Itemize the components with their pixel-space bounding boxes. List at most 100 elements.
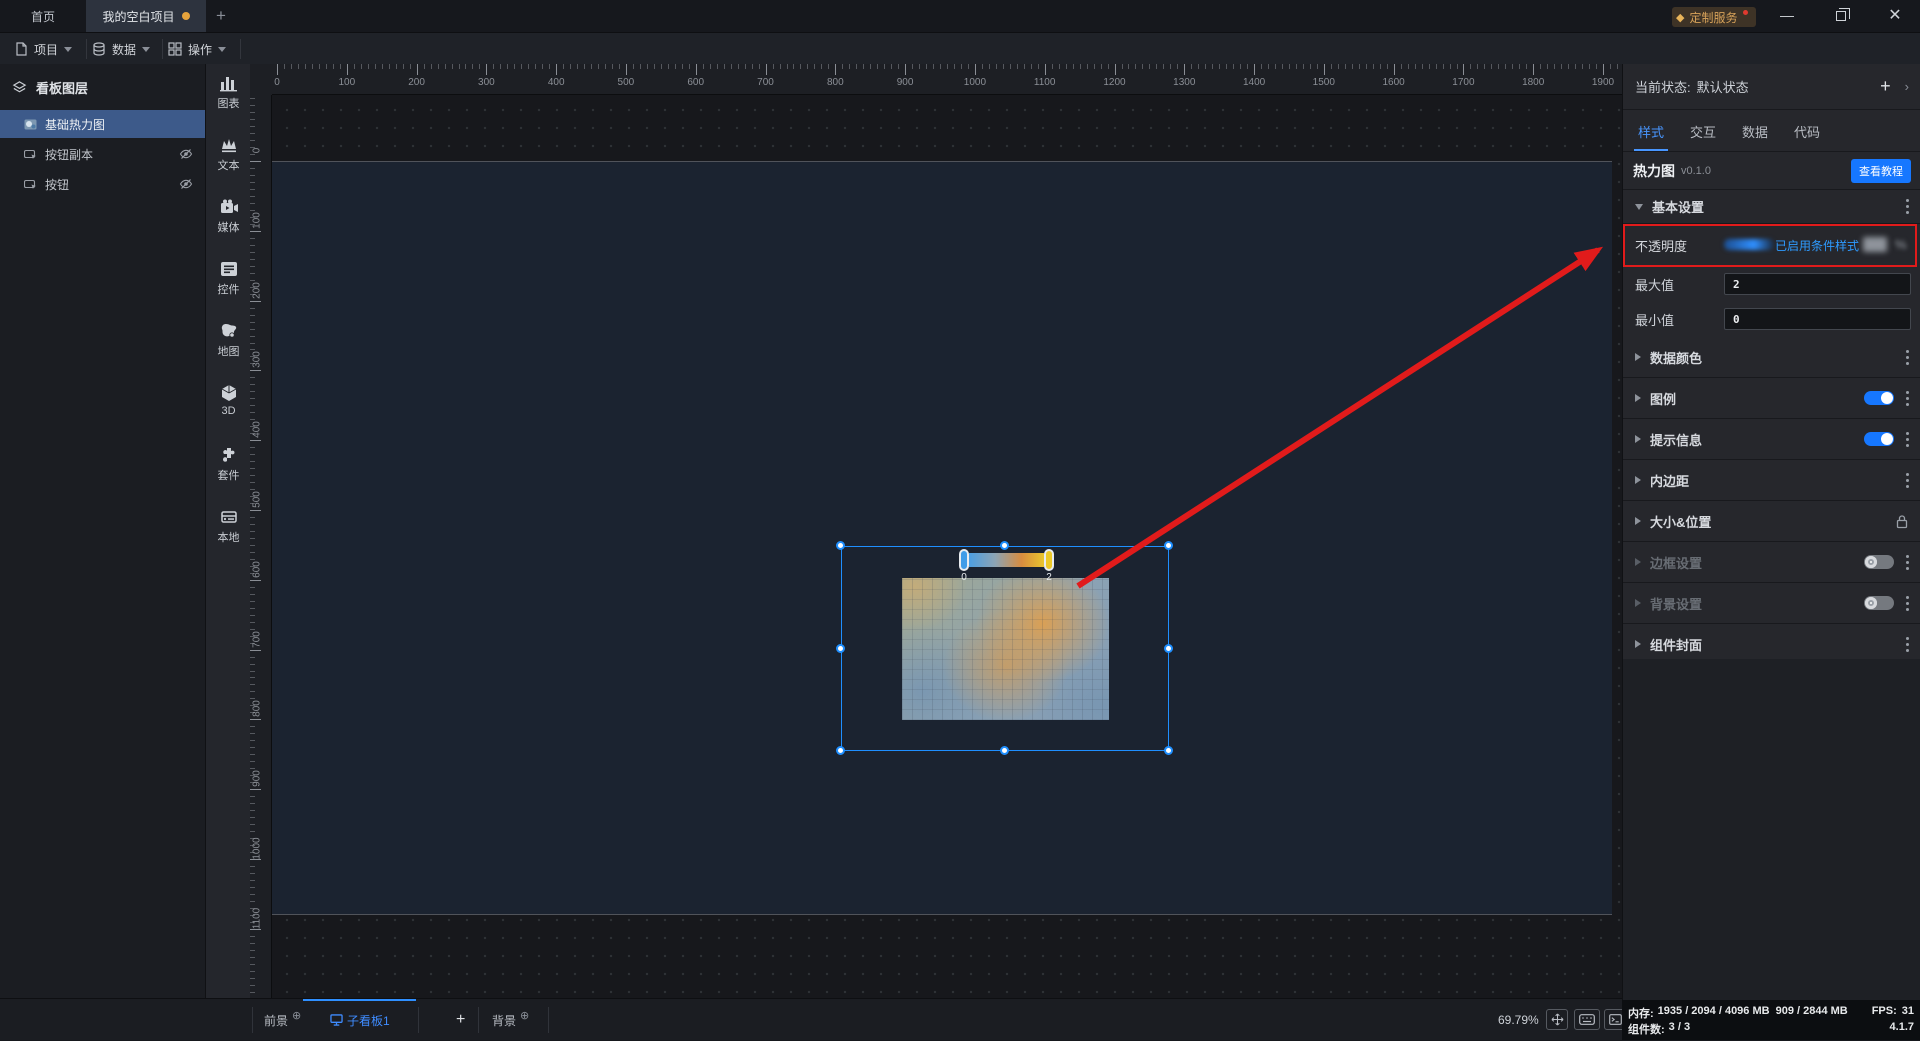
close-button[interactable]: ✕ [1872,0,1918,30]
add-foreground-icon[interactable]: ⊕ [292,1009,301,1022]
restore-button[interactable] [1818,0,1864,30]
menu-database[interactable]: 数据 [92,33,151,65]
layer-item[interactable]: 按钮 [0,170,205,198]
ruler-tick [1086,64,1088,69]
canvas-area: 0 100 200 300 400 500 600 700 800 900 1000 1100 1200… [250,64,1622,998]
section-数据颜色[interactable]: 数据颜色 [1623,337,1920,378]
project-tab[interactable]: 我的空白项目 [86,0,206,32]
toggle-off[interactable] [1864,596,1894,610]
ruler-tick [250,670,255,672]
component-tab-widget[interactable]: 控件 [206,260,251,306]
toggle-off[interactable] [1864,555,1894,569]
zoom-level[interactable]: 69.79% [1498,999,1539,1041]
section-menu-icon[interactable] [1906,390,1909,406]
ruler-tick [584,64,586,69]
selection-handle[interactable] [836,746,845,755]
section-menu-icon[interactable] [1906,199,1909,214]
status-block: 内存: 1935 / 2094 / 4096 MB 909 / 2844 MB … [1622,1000,1920,1040]
component-tab-kit[interactable]: 套件 [206,446,251,492]
fit-to-screen-button[interactable] [1546,1009,1568,1030]
chart-icon [219,74,239,92]
ruler-tick [716,64,718,69]
section-边框设置[interactable]: 边框设置 [1623,542,1920,583]
selection-box[interactable] [836,541,1173,755]
add-state-button[interactable]: + [1880,76,1891,97]
section-背景设置[interactable]: 背景设置 [1623,583,1920,624]
minimize-button[interactable]: — [1764,0,1810,30]
layer-item[interactable]: 按钮副本 [0,140,205,168]
inspector-tab-数据[interactable]: 数据 [1742,122,1768,151]
field-input[interactable]: 0 [1724,308,1911,330]
ruler-tick [250,244,255,246]
menu-project-file[interactable]: 项目 [14,33,73,65]
ruler-tick [250,384,255,386]
component-tab-cube-3d[interactable]: 3D [206,384,251,430]
selection-handle[interactable] [836,644,845,653]
section-内边距[interactable]: 内边距 [1623,460,1920,501]
eye-off-icon[interactable] [179,177,193,191]
foreground-tab[interactable]: 前景 ⊕ [264,999,301,1041]
selection-handle[interactable] [1000,746,1009,755]
layer-item[interactable]: 基础热力图 [0,110,205,138]
ruler-tick [1030,64,1032,69]
ruler-tick [674,64,676,69]
add-board-button[interactable]: + [456,999,465,1041]
ruler-tick [250,335,255,337]
component-tab-text[interactable]: 文本 [206,136,251,182]
chevron-down-icon [142,46,151,52]
inspector-tab-交互[interactable]: 交互 [1690,122,1716,151]
lock-icon[interactable] [1895,514,1909,529]
ruler-tick [250,523,255,525]
section-大小&位置[interactable]: 大小&位置 [1623,501,1920,542]
toggle-on[interactable] [1864,432,1894,446]
selection-handle[interactable] [1000,541,1009,550]
ruler-tick [250,614,255,616]
ruler-tick [395,64,397,69]
component-tab-media[interactable]: 媒体 [206,198,251,244]
section-menu-icon[interactable] [1906,431,1909,447]
ruler-label: 1400 [1242,77,1266,88]
board-tab-sub1[interactable]: 子看板1 [330,999,390,1041]
expand-states-chevron[interactable]: › [1905,79,1909,94]
section-menu-icon[interactable] [1906,636,1909,652]
shortcut-keys-button[interactable] [1574,1009,1600,1030]
component-tab-local[interactable]: 本地 [206,508,251,554]
ruler-tick [250,188,255,190]
section-basic-settings[interactable]: 基本设置 [1623,190,1920,224]
ruler-tick [1491,64,1493,69]
eye-off-icon[interactable] [179,147,193,161]
toggle-on[interactable] [1864,391,1894,405]
section-menu-icon[interactable] [1906,472,1909,488]
component-tab-chart[interactable]: 图表 [206,74,251,120]
custom-service-badge[interactable]: ◆ 定制服务 [1672,7,1757,27]
artboard[interactable]: 0 2 [272,161,1612,915]
ruler-tick [250,872,255,874]
new-tab-button[interactable]: + [206,0,236,32]
project-tab[interactable]: 首页 [0,0,86,32]
section-图例[interactable]: 图例 [1623,378,1920,419]
ruler-tick [919,64,921,69]
ruler-tick [1386,64,1388,69]
inspector-tab-样式[interactable]: 样式 [1633,122,1669,151]
ruler-tick [612,64,613,69]
component-tab-map[interactable]: 地图 [206,322,251,368]
section-menu-icon[interactable] [1906,554,1909,570]
section-menu-icon[interactable] [1906,349,1909,365]
tutorial-button[interactable]: 查看教程 [1851,158,1911,183]
selection-handle[interactable] [1164,541,1173,550]
selection-handle[interactable] [1164,644,1173,653]
section-menu-icon[interactable] [1906,595,1909,611]
menu-operations-grid[interactable]: 操作 [168,33,227,65]
ruler-label: 500 [617,77,635,88]
fps-label: FPS: [1871,1005,1897,1017]
add-background-icon[interactable]: ⊕ [520,1009,529,1022]
selection-handle[interactable] [1164,746,1173,755]
field-input[interactable]: 2 [1724,273,1911,295]
inspector-tab-代码[interactable]: 代码 [1794,122,1820,151]
kit-icon [219,446,239,464]
background-tab[interactable]: 背景 ⊕ [492,999,529,1041]
selection-handle[interactable] [836,541,845,550]
section-提示信息[interactable]: 提示信息 [1623,419,1920,460]
canvas-viewport[interactable]: 0 2 [272,95,1622,998]
section-label: 边框设置 [1650,555,1703,571]
